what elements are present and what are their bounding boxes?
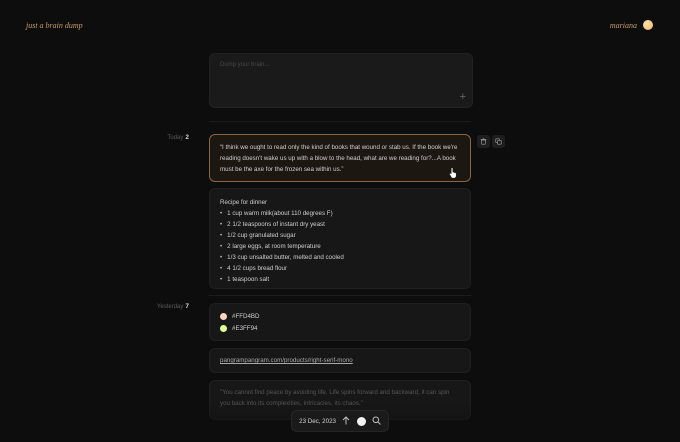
list-item: 1/3 cup unsalted butter, melted and cool… (220, 252, 460, 263)
hand-cursor-icon (449, 167, 458, 180)
list-item: 4 1/2 cups bread flour (220, 263, 460, 274)
arrow-up-icon[interactable] (342, 415, 350, 427)
list-item: 2 1/2 teaspoons of instant dry yeast (220, 219, 460, 230)
theme-toggle[interactable] (356, 416, 366, 426)
app-brand[interactable]: just a brain dump (26, 21, 83, 30)
recipe-title: Recipe for dinner (220, 199, 268, 206)
divider (209, 121, 471, 122)
color-row: #FFD4BD (220, 310, 460, 322)
day-group-today: Today 2 (167, 134, 189, 141)
entry-card-quote[interactable]: “I think we ought to read only the kind … (209, 134, 471, 182)
day-label: Yesterday (156, 304, 184, 310)
color-label: #FFD4BD (232, 312, 260, 320)
date-label[interactable]: 23 Dec, 2023 (299, 418, 336, 425)
color-row: #E3FF94 (220, 322, 460, 334)
composer-input[interactable]: Dump your brain... + (209, 53, 473, 108)
user-menu[interactable]: mariana (610, 20, 653, 30)
entry-text: “I think we ought to read only the kind … (220, 144, 458, 173)
color-label: #E3FF94 (232, 324, 258, 332)
entry-card-recipe[interactable]: Recipe for dinner 1 cup warm milk(about … (209, 188, 471, 289)
recipe-list: 1 cup warm milk(about 110 degrees F) 2 1… (220, 208, 460, 285)
entry-text: "You cannot find peace by avoiding life.… (220, 389, 450, 407)
composer-placeholder: Dump your brain... (220, 62, 270, 68)
list-item: 1 teaspoon salt (220, 274, 460, 285)
user-name: mariana (609, 20, 637, 30)
entry-link[interactable]: pangrampangram.com/products/right-serif-… (220, 357, 353, 364)
bottom-toolbar: 23 Dec, 2023 (291, 410, 389, 432)
day-group-yesterday: Yesterday 7 (157, 303, 189, 310)
trash-icon[interactable] (477, 135, 490, 148)
day-count: 2 (185, 134, 189, 141)
entry-card-colors[interactable]: #FFD4BD #E3FF94 (209, 303, 471, 341)
copy-icon[interactable] (492, 135, 505, 148)
search-icon[interactable] (372, 416, 381, 427)
list-item: 1/2 cup granulated sugar (220, 230, 460, 241)
day-label: Today (167, 135, 184, 141)
color-swatch[interactable] (220, 324, 227, 332)
divider (209, 295, 471, 296)
avatar[interactable] (643, 20, 653, 30)
color-swatch[interactable] (220, 312, 227, 320)
card-actions (477, 135, 505, 148)
day-count: 7 (185, 303, 189, 310)
entry-card-link[interactable]: pangrampangram.com/products/right-serif-… (209, 348, 471, 373)
list-item: 1 cup warm milk(about 110 degrees F) (220, 208, 460, 219)
plus-icon[interactable]: + (460, 92, 466, 103)
list-item: 2 large eggs, at room temperature (220, 241, 460, 252)
